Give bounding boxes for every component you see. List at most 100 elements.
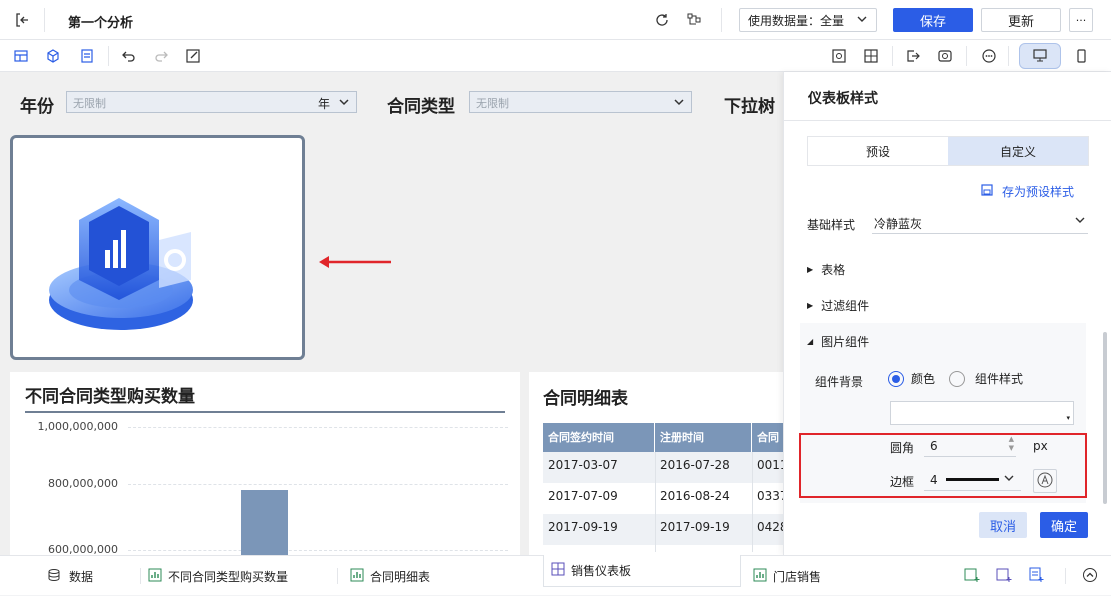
y-tick-label: 600,000,000 [48, 543, 118, 555]
chevron-down-icon [1003, 472, 1015, 487]
bg-label: 组件背景 [815, 375, 864, 389]
table-cell: 2016-07-28 [660, 458, 730, 472]
chart-icon [753, 568, 767, 585]
radio-style-label: 组件样式 [975, 372, 1024, 386]
divider [721, 8, 722, 32]
more-button[interactable]: ··· [1069, 8, 1093, 32]
table-header-cell[interactable]: 合同 [752, 423, 783, 452]
border-value: 4 [930, 472, 938, 487]
chevron-down-icon [1074, 214, 1086, 229]
section-image[interactable]: ◢ 图片组件 [807, 333, 869, 350]
table-cell: 2017-09-19 [548, 520, 618, 534]
radius-label: 圆角 [890, 441, 915, 455]
chevron-down-icon [856, 13, 868, 28]
radius-input[interactable]: 6 ▲ ▼ [924, 435, 1016, 457]
dashboard-illustration [49, 198, 193, 330]
tab-preset[interactable]: 预设 [808, 137, 948, 165]
save-preset-label: 存为预设样式 [1002, 185, 1075, 199]
tab-label: 不同合同类型购买数量 [168, 569, 289, 584]
bar[interactable] [241, 489, 288, 555]
divider [108, 46, 109, 66]
radio-component-style[interactable]: 组件样式 [949, 370, 1023, 387]
section-table[interactable]: ▶ 表格 [807, 261, 845, 278]
divider [1008, 46, 1009, 66]
gridline [128, 427, 508, 428]
tab-store-sales[interactable]: 门店销售 [753, 556, 821, 596]
table-cell: 2017-03-07 [548, 458, 618, 472]
tab-bar-chart[interactable]: 不同合同类型购买数量 [148, 556, 288, 596]
add-report-icon[interactable] [1026, 565, 1046, 585]
add-dashboard-icon[interactable] [994, 565, 1014, 585]
bar-chart-title: 不同合同类型购买数量 [25, 387, 195, 407]
save-button[interactable]: 保存 [893, 8, 973, 32]
mobile-icon[interactable] [1070, 45, 1092, 67]
add-filter-icon[interactable] [76, 45, 98, 67]
scrollbar[interactable] [1103, 332, 1107, 504]
desktop-view-button[interactable] [1019, 43, 1061, 69]
dashboard-icon [551, 562, 565, 579]
table-header-cell[interactable]: 合同签约时间 [543, 423, 655, 452]
base-style-select[interactable]: 冷静蓝灰 [872, 210, 1088, 234]
cancel-button[interactable]: 取消 [979, 512, 1027, 538]
year-filter-select[interactable]: 无限制 年 [66, 91, 357, 113]
table-title: 合同明细表 [543, 389, 628, 409]
caret-right-icon: ▶ [807, 301, 814, 310]
tab-label: 合同明细表 [370, 569, 431, 584]
confirm-button[interactable]: 确定 [1040, 512, 1088, 538]
chart-icon [148, 568, 162, 585]
relation-icon[interactable] [682, 8, 706, 32]
layout-icon[interactable] [860, 45, 882, 67]
dashboard-style-panel: 仪表板样式 预设 自定义 存为预设样式 基础样式 冷静蓝灰 ▶ 表格 ▶ 过滤组… [783, 72, 1111, 555]
image-widget[interactable] [10, 135, 305, 360]
table-cell: 2017-09-19 [660, 520, 730, 534]
divider [140, 568, 141, 584]
refresh-icon[interactable] [650, 8, 674, 32]
y-tick-label: 1,000,000,000 [37, 420, 118, 433]
collapse-up-icon[interactable] [1080, 565, 1100, 585]
stepper-icon[interactable]: ▲ ▼ [1009, 435, 1014, 453]
edit-icon[interactable] [182, 45, 204, 67]
border-select[interactable]: 4 [924, 469, 1021, 491]
undo-icon[interactable] [118, 45, 140, 67]
more-circle-icon[interactable] [978, 45, 1000, 67]
screenshot-icon[interactable] [934, 45, 956, 67]
bar-chart-widget[interactable]: 不同合同类型购买数量 1,000,000,000 800,000,000 600… [10, 372, 520, 555]
add-component-icon[interactable] [10, 45, 32, 67]
table-cell: 0337 [757, 489, 783, 503]
top-bar: 第一个分析 使用数据量：全量 保存 更新 ··· [0, 0, 1111, 40]
cube-icon[interactable] [42, 45, 64, 67]
filter-label-contract-type: 合同类型 [387, 97, 455, 117]
add-chart-icon[interactable] [962, 565, 982, 585]
chevron-down-icon [673, 96, 685, 111]
border-color-button[interactable] [1033, 469, 1057, 493]
tab-label: 销售仪表板 [571, 564, 632, 578]
panel-title: 仪表板样式 [808, 91, 878, 107]
y-tick-label: 800,000,000 [48, 477, 118, 490]
color-picker[interactable]: ▾ [890, 401, 1074, 425]
exit-icon[interactable] [10, 8, 34, 32]
toolbar [0, 40, 1111, 72]
divider [892, 46, 893, 66]
radius-unit: px [1033, 439, 1048, 453]
table-header-cell[interactable]: 注册时间 [655, 423, 752, 452]
data-usage-select[interactable]: 使用数据量：全量 [739, 8, 877, 32]
year-unit: 年 [317, 97, 330, 111]
radius-value: 6 [930, 439, 938, 453]
preview-icon[interactable] [828, 45, 850, 67]
radio-color[interactable]: 颜色 [888, 370, 935, 387]
table-cell: 0428 [757, 520, 783, 534]
tab-sales-dashboard[interactable]: 销售仪表板 [543, 555, 741, 587]
tab-custom[interactable]: 自定义 [948, 137, 1088, 165]
caret-down-icon: ▾ [1066, 414, 1070, 422]
contract-type-filter-select[interactable]: 无限制 [469, 91, 692, 113]
tab-contract-table[interactable]: 合同明细表 [350, 556, 430, 596]
export-icon[interactable] [902, 45, 924, 67]
column-divider [655, 452, 656, 552]
save-preset-link[interactable]: 存为预设样式 [980, 183, 1074, 200]
update-button[interactable]: 更新 [981, 8, 1061, 32]
redo-icon[interactable] [150, 45, 172, 67]
section-filter[interactable]: ▶ 过滤组件 [807, 297, 869, 314]
tab-data[interactable]: 数据 [47, 556, 93, 596]
caret-down-icon: ◢ [807, 337, 814, 346]
table-widget[interactable]: 合同明细表 合同签约时间 注册时间 合同 2017-03-07 2016-07-… [529, 372, 783, 555]
